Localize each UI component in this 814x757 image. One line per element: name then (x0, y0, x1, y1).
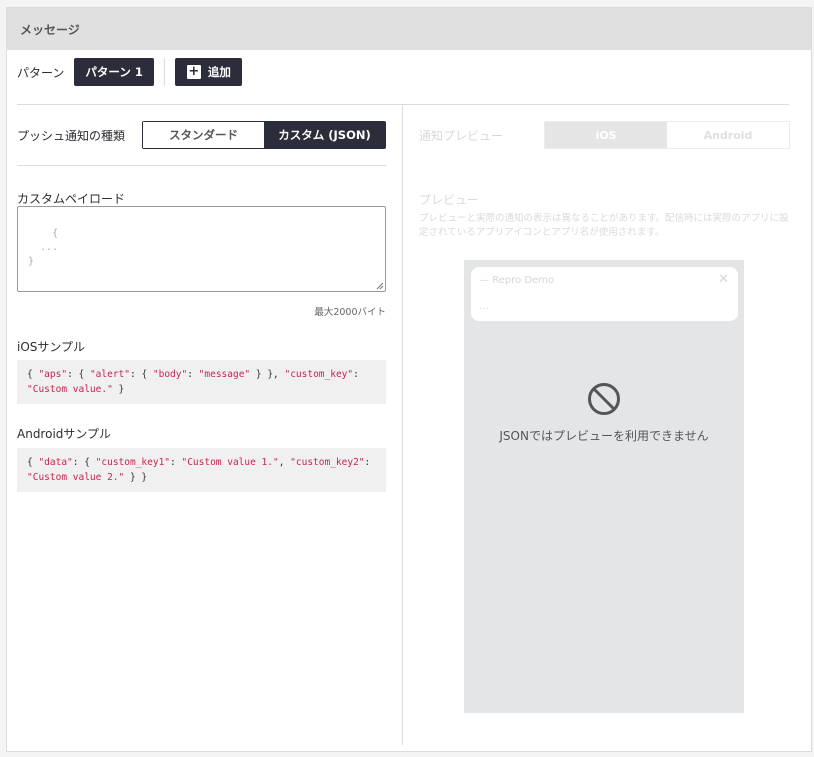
payload-placeholder: { ... } (28, 228, 59, 267)
add-pattern-button[interactable]: + 追加 (174, 58, 242, 86)
android-sample-code: { "data": { "custom_key1": "Custom value… (17, 448, 386, 492)
preview-description: プレビューと実際の通知の表示は異なることがあります。配信時には実際のアプリに設定… (419, 213, 789, 238)
pattern-label: パターン (17, 65, 65, 80)
close-icon: ✕ (718, 272, 729, 287)
push-type-custom-json[interactable]: カスタム (JSON) (264, 122, 385, 148)
notification-preview-row: 通知プレビュー iOS Android (419, 121, 790, 149)
android-sample-label: Androidサンプル (17, 427, 112, 441)
ios-sample-code: { "aps": { "alert": { "body": "message" … (17, 360, 386, 404)
preview-column: 通知プレビュー iOS Android プレビュー プレビューと実際の通知の表示… (403, 105, 804, 745)
os-tab-ios[interactable]: iOS (545, 122, 667, 148)
push-type-row: プッシュ通知の種類 スタンダード カスタム (JSON) (17, 121, 386, 149)
push-type-toggle: スタンダード カスタム (JSON) (142, 121, 386, 149)
preview-title: プレビュー (419, 193, 480, 207)
push-type-label: プッシュ通知の種類 (17, 128, 126, 143)
pattern-row: パターン パターン 1 + 追加 (17, 58, 242, 86)
prohibited-icon (588, 383, 620, 415)
plus-icon: + (186, 64, 201, 79)
notification-card: — Repro Demo ✕ ... (471, 267, 738, 321)
panel-title: メッセージ (7, 8, 811, 50)
notification-app-name: — Repro Demo (479, 275, 555, 286)
notification-preview-label: 通知プレビュー (419, 128, 504, 143)
divider (17, 165, 386, 166)
payload-label: カスタムペイロード (17, 192, 126, 206)
payload-textarea[interactable]: { ... } (17, 206, 386, 292)
os-tab-android[interactable]: Android (667, 122, 789, 148)
preview-unavailable-message: JSONではプレビューを利用できません (499, 429, 709, 443)
phone-preview: — Repro Demo ✕ ... JSONではプレビューを利用できません (464, 260, 744, 713)
os-toggle: iOS Android (544, 121, 790, 149)
push-type-standard[interactable]: スタンダード (143, 122, 264, 148)
add-pattern-label: 追加 (207, 65, 231, 79)
notification-body: ... (479, 301, 489, 312)
divider (163, 58, 165, 86)
payload-size-hint: 最大2000バイト (314, 307, 386, 318)
resize-handle-icon[interactable] (376, 282, 384, 290)
ios-sample-label: iOSサンプル (17, 340, 86, 354)
pattern-1-tab[interactable]: パターン 1 (74, 58, 154, 86)
